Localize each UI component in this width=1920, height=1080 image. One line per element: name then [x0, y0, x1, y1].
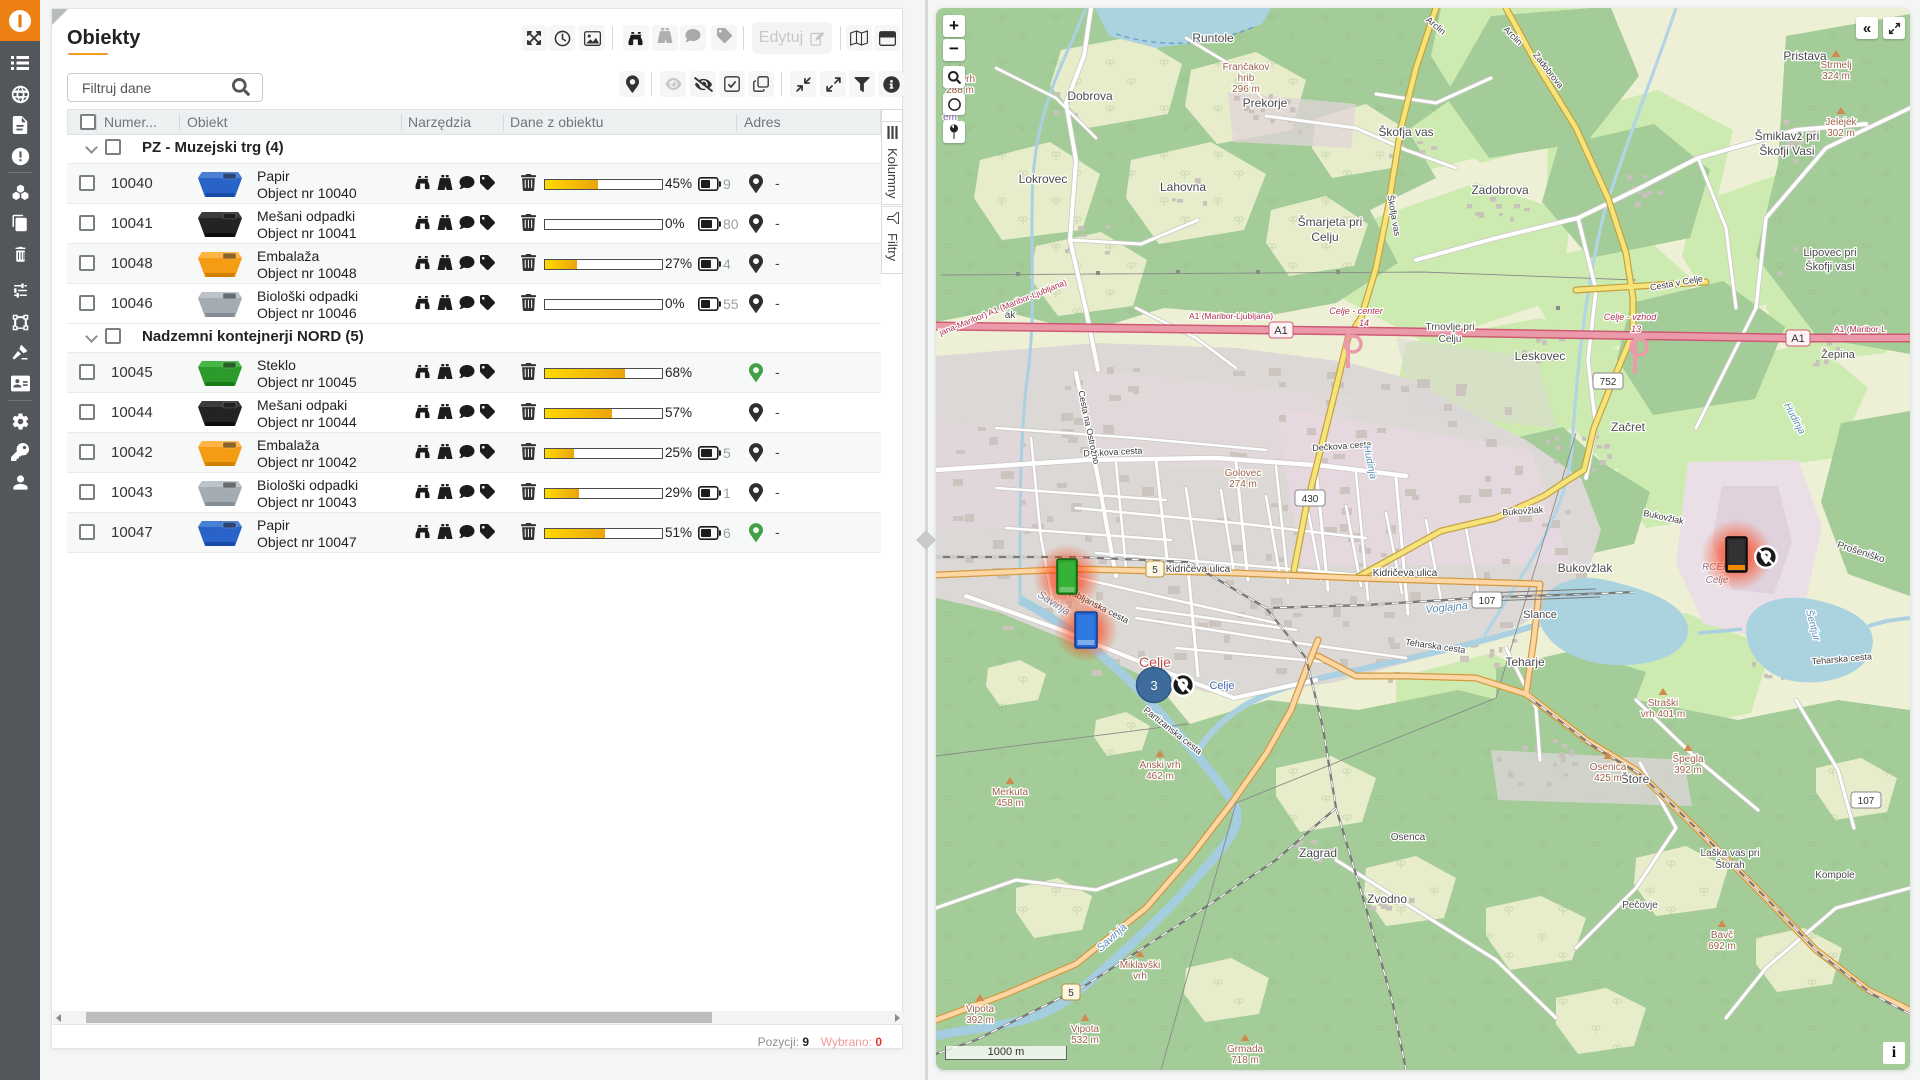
svg-text:Šmiklavž pri: Šmiklavž pri	[1755, 128, 1820, 143]
svg-text:Zadobrova: Zadobrova	[1471, 183, 1529, 197]
svg-text:5: 5	[1152, 565, 1158, 576]
svg-text:Dobrova: Dobrova	[1067, 89, 1113, 103]
svg-text:3: 3	[1150, 678, 1157, 693]
svg-text:458 m: 458 m	[996, 798, 1024, 809]
svg-text:Kidričeva ulica: Kidričeva ulica	[1166, 564, 1231, 575]
svg-text:Lipovec pri: Lipovec pri	[1803, 247, 1856, 259]
svg-text:462 m: 462 m	[1146, 771, 1174, 782]
svg-text:Miklavški: Miklavški	[1120, 960, 1161, 971]
svg-text:Anski vrh: Anski vrh	[1139, 760, 1180, 771]
svg-text:Golovec: Golovec	[1225, 468, 1262, 479]
svg-text:Vipota: Vipota	[966, 1004, 995, 1015]
svg-text:Žepina: Žepina	[1821, 348, 1856, 361]
svg-text:Jelejek: Jelejek	[1825, 117, 1857, 128]
svg-text:Bukovžlak: Bukovžlak	[1558, 561, 1614, 575]
svg-text:302 m: 302 m	[1827, 128, 1855, 139]
svg-text:Škofji vasi: Škofji vasi	[1805, 260, 1855, 273]
svg-text:5: 5	[1068, 988, 1074, 999]
svg-text:Škofja vas: Škofja vas	[1378, 124, 1433, 139]
svg-text:Štore: Štore	[1621, 771, 1650, 786]
svg-text:Leskovec: Leskovec	[1515, 349, 1566, 363]
svg-text:Frančakov: Frančakov	[1223, 62, 1270, 73]
svg-text:392 m: 392 m	[1674, 765, 1702, 776]
svg-text:718 m: 718 m	[1231, 1055, 1259, 1066]
svg-text:hrib: hrib	[1238, 73, 1255, 84]
svg-text:vrh: vrh	[1133, 971, 1147, 982]
svg-text:Lahovna: Lahovna	[1160, 180, 1206, 194]
svg-text:Runtole: Runtole	[1192, 31, 1234, 45]
svg-text:Celje - center: Celje - center	[1329, 306, 1384, 316]
svg-text:A1 (Maribor-L: A1 (Maribor-L	[1834, 324, 1886, 334]
svg-text:Prekorje: Prekorje	[1243, 96, 1288, 110]
svg-text:532 m: 532 m	[1071, 1035, 1099, 1046]
svg-text:Celje - vzhod: Celje - vzhod	[1604, 312, 1658, 322]
svg-text:Lokrovec: Lokrovec	[1019, 172, 1068, 186]
svg-text:692 m: 692 m	[1708, 941, 1736, 952]
svg-text:425 m: 425 m	[1594, 773, 1622, 784]
svg-text:Strmelj: Strmelj	[1820, 60, 1851, 71]
svg-text:Osenca: Osenca	[1391, 832, 1426, 843]
svg-text:Trnovlje pri: Trnovlje pri	[1425, 322, 1474, 333]
svg-text:Škofji Vasi: Škofji Vasi	[1759, 143, 1814, 158]
svg-text:107: 107	[1479, 596, 1496, 607]
svg-text:Pečovje: Pečovje	[1622, 900, 1658, 911]
svg-text:Zagrad: Zagrad	[1299, 846, 1337, 860]
svg-text:Zvodno: Zvodno	[1367, 892, 1407, 906]
svg-text:Šmarjeta pri: Šmarjeta pri	[1298, 214, 1363, 229]
svg-text:Merkuta: Merkuta	[992, 787, 1029, 798]
svg-text:274 m: 274 m	[1229, 479, 1257, 490]
svg-text:Vipota: Vipota	[1071, 1024, 1100, 1035]
svg-text:vrh 401 m: vrh 401 m	[1641, 709, 1685, 720]
svg-text:Laška vas pri: Laška vas pri	[1701, 848, 1760, 859]
svg-text:14: 14	[1359, 318, 1369, 328]
svg-text:430: 430	[1302, 494, 1319, 505]
svg-text:A1: A1	[1791, 333, 1804, 345]
svg-text:Slance: Slance	[1523, 609, 1557, 621]
svg-text:Straški: Straški	[1648, 698, 1679, 709]
svg-text:Osenica: Osenica	[1590, 762, 1627, 773]
svg-text:ak: ak	[1005, 310, 1017, 321]
svg-text:13: 13	[1631, 324, 1641, 334]
svg-text:A1 (Maribor-Ljubljana): A1 (Maribor-Ljubljana)	[1189, 311, 1273, 321]
svg-text:324 m: 324 m	[1822, 71, 1850, 82]
svg-text:Teharje: Teharje	[1505, 655, 1545, 669]
svg-text:Celju: Celju	[1311, 230, 1338, 244]
svg-text:Celju: Celju	[1439, 334, 1462, 345]
svg-text:Štorah: Štorah	[1715, 858, 1744, 871]
svg-text:Kidričeva ulica: Kidričeva ulica	[1373, 568, 1438, 579]
svg-text:752: 752	[1600, 377, 1617, 388]
svg-text:Kompole: Kompole	[1815, 870, 1855, 881]
svg-text:Špegla: Špegla	[1672, 752, 1704, 765]
svg-text:Celje: Celje	[1209, 680, 1234, 692]
svg-text:Bavč: Bavč	[1711, 930, 1733, 941]
svg-text:Grmada: Grmada	[1227, 1044, 1264, 1055]
svg-text:A1: A1	[1274, 325, 1287, 337]
svg-text:392 m: 392 m	[966, 1015, 994, 1026]
svg-text:296 m: 296 m	[1232, 84, 1260, 95]
svg-text:107: 107	[1858, 796, 1875, 807]
svg-text:Začret: Začret	[1611, 420, 1646, 434]
